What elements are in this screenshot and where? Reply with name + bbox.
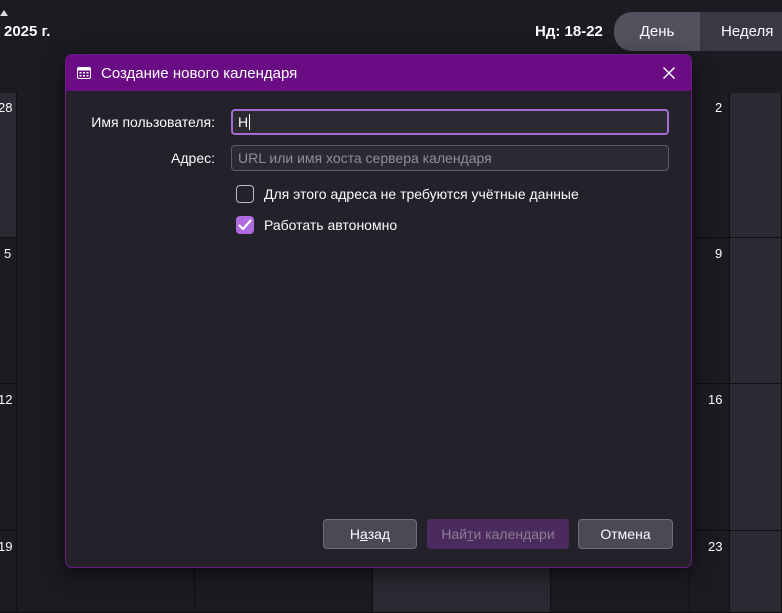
username-label: Имя пользователя: <box>91 114 215 130</box>
text-cursor <box>249 114 251 130</box>
find-button-label-suffix: и календари <box>473 526 555 542</box>
username-value: Н <box>238 114 249 130</box>
day-number: 2 <box>715 100 723 115</box>
day-number: 16 <box>708 392 723 407</box>
day-number: 19 <box>0 539 13 554</box>
day-cell[interactable] <box>730 531 782 613</box>
address-label: Адрес: <box>171 150 215 166</box>
day-cell[interactable] <box>730 238 782 384</box>
calendar-title: 2025 г. <box>4 23 51 40</box>
find-calendars-button[interactable]: Найти календари <box>427 519 569 549</box>
cancel-button[interactable]: Отмена <box>578 519 673 549</box>
address-input[interactable] <box>231 145 669 171</box>
offline-checkbox[interactable] <box>236 216 254 234</box>
tab-week[interactable]: Неделя <box>700 12 782 51</box>
day-number: 9 <box>715 246 723 261</box>
dialog-title: Создание нового календаря <box>101 65 298 82</box>
back-button-label-prefix: Н <box>349 526 361 542</box>
dialog-titlebar: Создание нового календаря <box>66 55 691 91</box>
day-number: 23 <box>708 539 723 554</box>
tab-day[interactable]: День <box>614 12 700 51</box>
day-number: 28 <box>0 100 13 115</box>
new-calendar-dialog: Создание нового календаря Имя пользовате… <box>65 54 692 568</box>
day-number: 12 <box>0 392 13 407</box>
back-button-accesskey: а <box>360 526 368 542</box>
day-cell[interactable] <box>730 93 782 238</box>
day-cell[interactable] <box>690 93 730 238</box>
day-number: 5 <box>4 246 12 261</box>
no-credentials-checkbox[interactable] <box>236 185 254 203</box>
checkmark-icon <box>238 219 252 231</box>
day-cell[interactable] <box>690 238 730 384</box>
back-button[interactable]: Назад <box>323 519 417 549</box>
day-cell[interactable] <box>730 384 782 531</box>
offline-label[interactable]: Работать автономно <box>264 217 397 233</box>
collapse-arrow-icon[interactable] <box>0 10 8 16</box>
find-button-label-prefix: Най <box>441 526 468 542</box>
close-icon[interactable] <box>657 61 681 85</box>
username-input[interactable]: Н <box>231 109 669 135</box>
back-button-label-suffix: зад <box>367 526 391 542</box>
calendar-icon <box>77 67 91 79</box>
calendar-range: Нд: 18-22 <box>535 23 603 40</box>
no-credentials-label[interactable]: Для этого адреса не требуются учётные да… <box>264 186 579 202</box>
